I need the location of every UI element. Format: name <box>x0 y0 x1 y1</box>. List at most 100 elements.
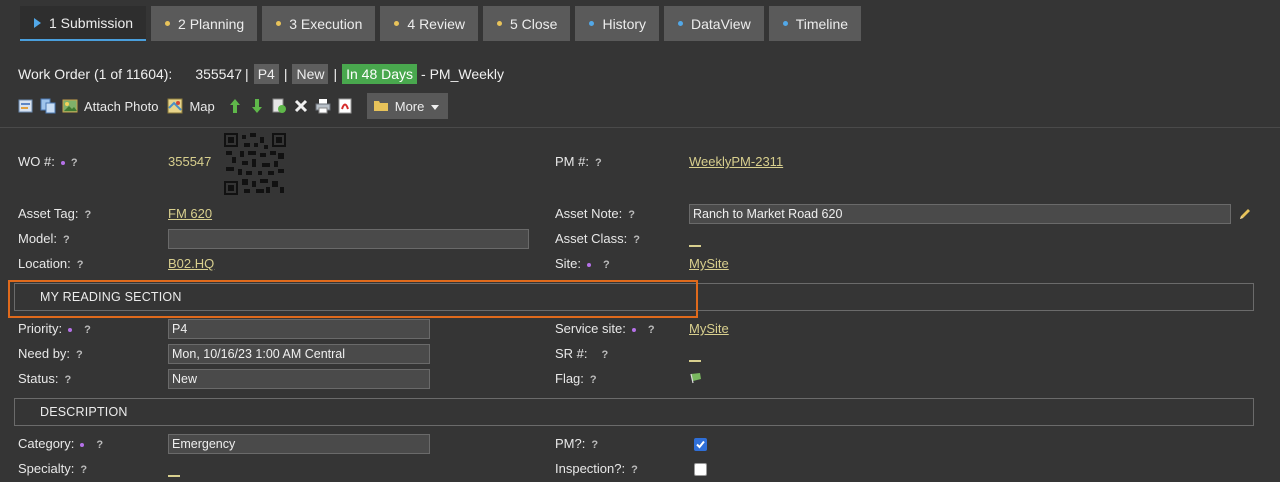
help-icon[interactable]: ? <box>591 439 598 451</box>
required-dot-icon <box>631 327 636 332</box>
print-icon[interactable] <box>315 98 331 114</box>
tab-bar: 1 Submission 2 Planning 3 Execution 4 Re… <box>20 6 862 41</box>
due-badge: In 48 Days <box>342 64 418 84</box>
required-dot-icon <box>587 262 592 267</box>
tab-dataview[interactable]: DataView <box>664 6 764 41</box>
help-icon[interactable]: ? <box>80 464 87 476</box>
folder-icon <box>373 98 389 115</box>
pm-name: - PM_Weekly <box>421 66 505 82</box>
tab-history[interactable]: History <box>575 6 660 41</box>
wo-number-label: WO #:? <box>18 154 78 169</box>
flag-label: Flag:? <box>555 371 597 386</box>
description-section-header[interactable]: DESCRIPTION <box>14 398 1254 426</box>
site-link[interactable]: MySite <box>689 256 729 271</box>
separator: | <box>245 66 249 82</box>
delete-icon[interactable] <box>293 98 309 114</box>
separator: | <box>283 66 288 82</box>
help-icon[interactable]: ? <box>76 349 83 361</box>
priority-badge: P4 <box>253 64 279 84</box>
location-link[interactable]: B02.HQ <box>168 256 214 271</box>
asset-note-label: Asset Note:? <box>555 206 635 221</box>
photo-icon[interactable] <box>62 98 78 114</box>
help-icon[interactable]: ? <box>628 209 635 221</box>
arrow-up-icon[interactable] <box>227 98 243 114</box>
help-icon[interactable]: ? <box>84 324 91 336</box>
asset-class-label: Asset Class:? <box>555 231 640 246</box>
service-site-label: Service site:? <box>555 321 655 336</box>
help-icon[interactable]: ? <box>77 259 84 271</box>
priority-field[interactable]: P4 <box>168 319 430 339</box>
status-label: Status:? <box>18 371 72 386</box>
help-icon[interactable]: ? <box>603 259 610 271</box>
help-icon[interactable]: ? <box>64 374 71 386</box>
need-by-label: Need by:? <box>18 346 83 361</box>
dot-marker-icon <box>394 21 400 26</box>
dot-marker-icon <box>782 21 788 26</box>
help-icon[interactable]: ? <box>96 439 103 451</box>
pm-flag-label: PM?:? <box>555 436 599 451</box>
work-order-header: Work Order (1 of 11604): 355547 | P4 | N… <box>18 64 504 84</box>
help-icon[interactable]: ? <box>602 349 609 361</box>
inspection-checkbox[interactable] <box>694 463 707 476</box>
pm-number-label: PM #:? <box>555 154 602 169</box>
tab-review[interactable]: 4 Review <box>380 6 478 41</box>
status-badge: New <box>292 64 329 84</box>
help-icon[interactable]: ? <box>590 374 597 386</box>
dot-marker-icon <box>678 21 684 26</box>
sr-number-label: SR #:? <box>555 346 609 361</box>
triangle-marker-icon <box>34 17 41 28</box>
divider <box>0 127 1280 128</box>
sr-number-empty-link[interactable] <box>689 360 701 362</box>
tab-submission[interactable]: 1 Submission <box>20 6 147 41</box>
wo-number-value: 355547 <box>168 154 212 169</box>
refresh-doc-icon[interactable] <box>271 98 287 114</box>
service-site-link[interactable]: MySite <box>689 321 729 336</box>
model-field[interactable] <box>168 229 529 249</box>
work-order-number: 355547 <box>195 66 243 82</box>
help-icon[interactable]: ? <box>648 324 655 336</box>
copy-icon[interactable] <box>40 98 56 114</box>
required-dot-icon <box>68 327 73 332</box>
help-icon[interactable]: ? <box>633 234 640 246</box>
map-button[interactable]: Map <box>189 99 214 114</box>
help-icon[interactable]: ? <box>71 157 78 169</box>
specialty-empty-link[interactable] <box>168 475 180 477</box>
specialty-label: Specialty:? <box>18 461 88 476</box>
asset-tag-link[interactable]: FM 620 <box>168 206 212 221</box>
inspection-label: Inspection?:? <box>555 461 638 476</box>
more-button[interactable]: More <box>366 93 449 119</box>
category-field[interactable]: Emergency <box>168 434 430 454</box>
tab-planning[interactable]: 2 Planning <box>151 6 258 41</box>
site-label: Site:? <box>555 256 610 271</box>
chevron-down-icon <box>430 99 440 114</box>
required-dot-icon <box>60 160 65 165</box>
flag-icon[interactable] <box>690 372 702 387</box>
required-dot-icon <box>80 442 85 447</box>
dot-marker-icon <box>276 21 282 26</box>
map-icon[interactable] <box>167 98 183 114</box>
help-icon[interactable]: ? <box>631 464 638 476</box>
location-label: Location:? <box>18 256 84 271</box>
tab-close[interactable]: 5 Close <box>482 6 571 41</box>
asset-class-empty-link[interactable] <box>689 245 701 247</box>
need-by-field[interactable]: Mon, 10/16/23 1:00 AM Central <box>168 344 430 364</box>
pdf-icon[interactable] <box>337 98 353 114</box>
arrow-down-icon[interactable] <box>249 98 265 114</box>
pm-number-link[interactable]: WeeklyPM-2311 <box>689 154 783 169</box>
attach-photo-button[interactable]: Attach Photo <box>84 99 158 114</box>
help-icon[interactable]: ? <box>84 209 91 221</box>
asset-note-field[interactable]: Ranch to Market Road 620 <box>689 204 1231 224</box>
help-icon[interactable]: ? <box>595 157 602 169</box>
pencil-icon[interactable] <box>1238 207 1252 224</box>
priority-label: Priority:? <box>18 321 91 336</box>
separator: | <box>333 66 338 82</box>
edit-form-icon[interactable] <box>18 98 34 114</box>
dot-marker-icon <box>496 21 502 26</box>
tab-execution[interactable]: 3 Execution <box>262 6 376 41</box>
dot-marker-icon <box>589 21 595 26</box>
toolbar: Attach Photo Map More <box>18 93 449 119</box>
pm-checkbox[interactable] <box>694 438 707 451</box>
status-field[interactable]: New <box>168 369 430 389</box>
help-icon[interactable]: ? <box>63 234 70 246</box>
tab-timeline[interactable]: Timeline <box>768 6 862 41</box>
